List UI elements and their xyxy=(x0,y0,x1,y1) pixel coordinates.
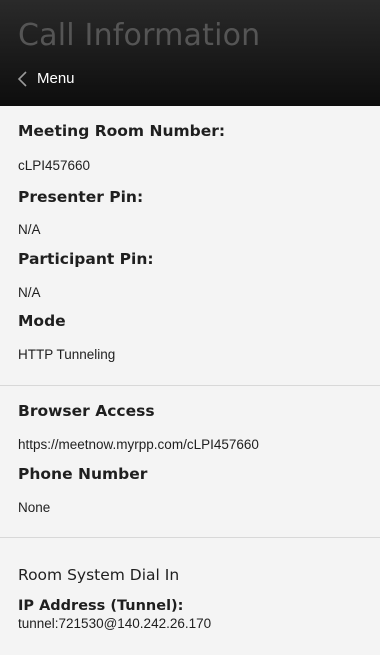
meeting-room-value: cLPI457660 xyxy=(18,158,91,173)
participant-pin-label: Participant Pin: xyxy=(18,250,154,268)
content: Meeting Room Number: cLPI457660 Presente… xyxy=(0,106,380,655)
phone-number-value: None xyxy=(18,500,51,515)
meeting-room-label: Meeting Room Number: xyxy=(18,122,226,140)
browser-access-label: Browser Access xyxy=(18,402,155,420)
ip-address-label: IP Address (Tunnel): xyxy=(18,598,184,614)
room-system-title: Room System Dial In xyxy=(18,566,180,584)
divider xyxy=(0,385,380,386)
participant-pin-value: N/A xyxy=(18,285,41,300)
browser-access-link[interactable]: https://meetnow.myrpp.com/cLPI457660 xyxy=(18,437,259,452)
presenter-pin-value: N/A xyxy=(18,222,41,237)
mode-label: Mode xyxy=(18,312,66,330)
phone-number-label: Phone Number xyxy=(18,465,148,483)
header-bar: Call Information Menu xyxy=(0,0,380,106)
mode-value: HTTP Tunneling xyxy=(18,347,116,362)
page-title: Call Information xyxy=(18,18,261,53)
ip-address-value: tunnel:721530@140.242.26.170 xyxy=(18,616,212,631)
divider xyxy=(0,537,380,538)
back-menu-button[interactable]: Menu xyxy=(16,70,75,87)
back-menu-label: Menu xyxy=(37,70,75,87)
chevron-left-icon xyxy=(17,70,27,87)
presenter-pin-label: Presenter Pin: xyxy=(18,188,144,206)
